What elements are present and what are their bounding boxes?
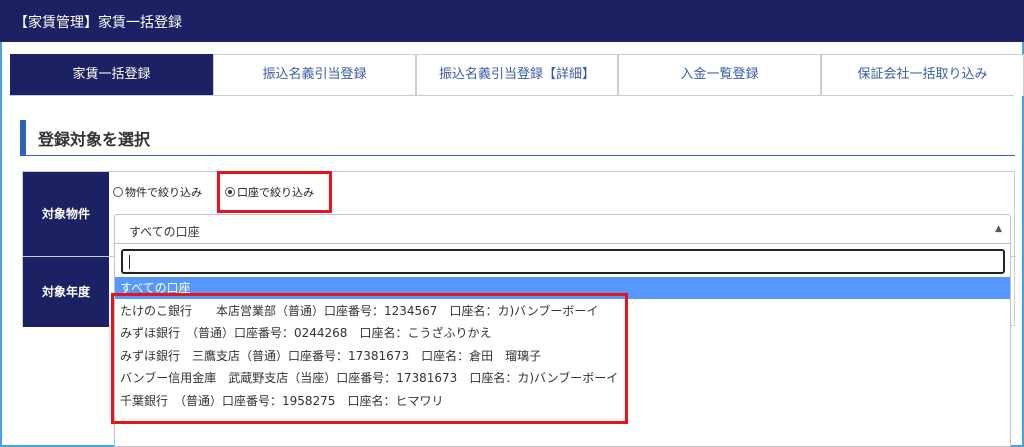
radio-unchecked-icon — [113, 187, 123, 197]
section-title: 登録対象を選択 — [20, 120, 1015, 156]
account-select[interactable]: すべての口座 ▲ — [114, 214, 1011, 244]
tab-payment-list-register[interactable]: 入金一覧登録 — [618, 54, 821, 96]
row-label-property: 対象物件 — [23, 172, 109, 256]
app-title: 【家賃管理】家賃一括登録 — [14, 15, 182, 31]
tab-bar: 家賃一括登録 振込名義引当登録 振込名義引当登録【詳細】 入金一覧登録 保証会社… — [10, 54, 1024, 96]
account-select-value: すべての口座 — [129, 225, 200, 239]
row-label-year: 対象年度 — [23, 257, 109, 327]
text-cursor — [129, 255, 130, 269]
radio-label-property: 物件で絞り込み — [125, 186, 202, 199]
tab-transfer-name-register-detail[interactable]: 振込名義引当登録【詳細】 — [416, 54, 618, 96]
highlight-box-accounts — [111, 293, 628, 424]
tab-rent-bulk-register[interactable]: 家賃一括登録 — [10, 54, 213, 96]
tab-transfer-name-register[interactable]: 振込名義引当登録 — [213, 54, 416, 96]
caret-up-icon: ▲ — [995, 224, 1002, 234]
dropdown-search-input[interactable] — [121, 249, 1005, 274]
tab-guarantor-bulk-import[interactable]: 保証会社一括取り込み — [821, 54, 1024, 96]
app-header: 【家賃管理】家賃一括登録 — [0, 0, 1024, 42]
radio-filter-by-property[interactable]: 物件で絞り込み — [113, 184, 202, 200]
section-title-text: 登録対象を選択 — [38, 130, 151, 149]
tabs-baseline — [10, 95, 1014, 96]
highlight-box-radio — [217, 171, 332, 213]
